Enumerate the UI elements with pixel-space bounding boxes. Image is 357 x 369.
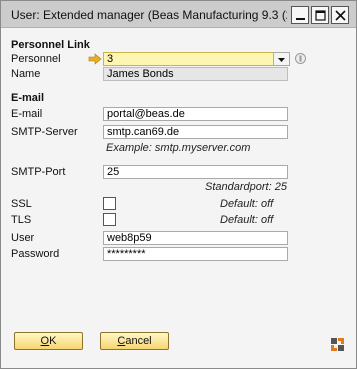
ssl-default-hint: Default: off <box>220 198 274 210</box>
password-input[interactable]: ********* <box>103 247 288 261</box>
smtp-server-input[interactable]: smtp.can69.de <box>103 125 288 139</box>
tls-checkbox[interactable] <box>103 213 116 226</box>
minimize-button[interactable] <box>291 6 309 24</box>
personnel-input[interactable]: 3 <box>103 52 274 66</box>
email-input[interactable]: portal@beas.de <box>103 107 288 121</box>
close-icon <box>335 10 346 21</box>
smtp-server-example: Example: smtp.myserver.com <box>106 142 251 154</box>
close-button[interactable] <box>331 6 349 24</box>
personnel-dropdown-button[interactable] <box>274 52 290 66</box>
cancel-button[interactable]: Cancel <box>100 332 169 350</box>
smtp-server-label: SMTP-Server <box>11 126 78 138</box>
user-label: User <box>11 232 35 244</box>
ssl-checkbox[interactable] <box>103 197 116 210</box>
email-section-title: E-mail <box>11 92 45 104</box>
link-arrow-icon[interactable] <box>88 53 102 65</box>
maximize-icon <box>315 10 326 21</box>
dialog-window: User: Extended manager (Beas Manufacturi… <box>0 0 357 369</box>
smtp-port-label: SMTP-Port <box>11 166 66 178</box>
tls-default-hint: Default: off <box>220 214 274 226</box>
tls-label: TLS <box>11 214 32 226</box>
cancel-label-rest: ancel <box>125 335 152 347</box>
name-field: James Bonds <box>103 67 288 81</box>
minimize-icon <box>296 18 305 20</box>
expand-corner-icon[interactable] <box>331 338 347 354</box>
ok-label-rest: K <box>49 335 57 347</box>
ok-button[interactable]: OK <box>14 332 83 350</box>
name-label: Name <box>11 68 41 80</box>
info-icon[interactable] <box>294 52 307 65</box>
window-title: User: Extended manager (Beas Manufacturi… <box>11 8 287 22</box>
title-bar[interactable]: User: Extended manager (Beas Manufacturi… <box>1 1 356 28</box>
user-input[interactable]: web8p59 <box>103 231 288 245</box>
smtp-port-default-hint: Standardport: 25 <box>205 181 287 193</box>
password-label: Password <box>11 248 60 260</box>
email-label: E-mail <box>11 108 43 120</box>
smtp-port-input[interactable]: 25 <box>103 165 288 179</box>
ssl-label: SSL <box>11 198 32 210</box>
chevron-down-icon <box>278 58 285 62</box>
maximize-button[interactable] <box>311 6 329 24</box>
ok-mnemonic: O <box>40 335 50 347</box>
personnel-label: Personnel <box>11 53 61 65</box>
personnel-link-section-title: Personnel Link <box>11 39 90 51</box>
